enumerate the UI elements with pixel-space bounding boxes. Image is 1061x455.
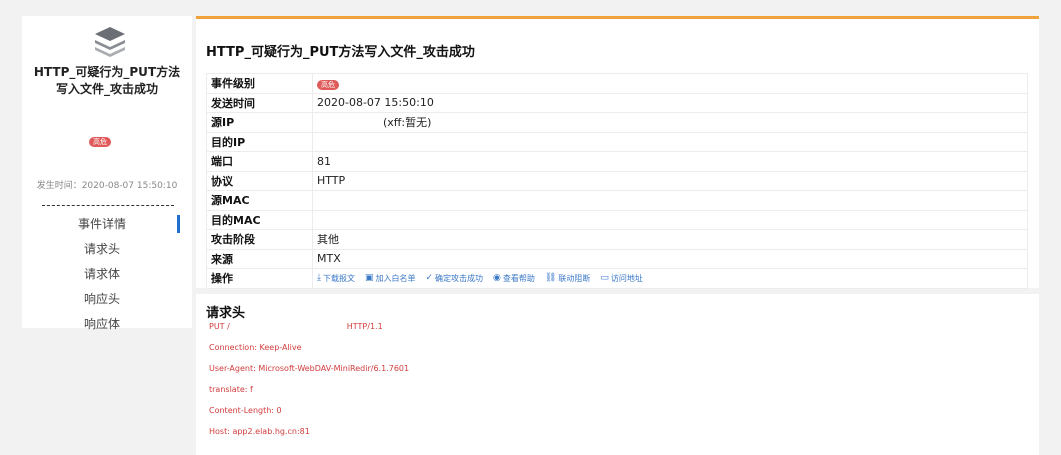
add-whitelist-link[interactable]: ▣ 加入白名单 bbox=[365, 273, 416, 284]
event-title: HTTP_可疑行为_PUT方法写入文件_攻击成功 bbox=[33, 65, 181, 96]
monitor-icon: ▭ bbox=[600, 273, 609, 284]
eye-icon: ◉ bbox=[493, 273, 501, 284]
row-value: 81 bbox=[312, 151, 1028, 172]
table-row: 发送时间 2020-08-07 15:50:10 bbox=[206, 92, 1028, 113]
row-key: 发送时间 bbox=[206, 92, 313, 113]
confirm-attack-link[interactable]: ✓ 确定攻击成功 bbox=[426, 273, 484, 284]
divider bbox=[42, 205, 174, 206]
request-header-title: 请求头 bbox=[206, 306, 246, 321]
layers-icon bbox=[95, 27, 125, 57]
header-line: Host: app2.elab.hg.cn:81 bbox=[209, 427, 310, 436]
whitelist-icon: ▣ bbox=[364, 273, 374, 284]
request-header-card: 请求头 PUT / HTTP/1.1 Connection: Keep-Aliv… bbox=[196, 294, 1039, 455]
row-value bbox=[312, 209, 1028, 230]
request-line: PUT / HTTP/1.1 bbox=[209, 322, 383, 331]
row-value: 高危 bbox=[312, 73, 1028, 94]
table-row: 源MAC bbox=[206, 190, 1028, 211]
nav-item-response-header[interactable]: 响应头 bbox=[42, 287, 182, 312]
table-row: 操作 ⤓ 下载报文 ▣ 加入白名单 ✓ 确定攻击成功 ◉ 查看帮助 ⛓ 联动阻断 ▭ 访问地… bbox=[206, 268, 1028, 289]
row-key: 源IP bbox=[206, 112, 313, 133]
table-row: 来源 MTX bbox=[206, 248, 1028, 269]
table-row: 协议 HTTP bbox=[206, 170, 1028, 191]
detail-nav: 事件详情 请求头 请求体 响应头 响应体 bbox=[42, 212, 182, 337]
occurred-time: 发生时间：2020-08-07 15:50:10 bbox=[36, 181, 178, 191]
row-key: 协议 bbox=[206, 170, 313, 191]
row-key: 攻击阶段 bbox=[206, 229, 313, 250]
row-value: 其他 bbox=[312, 229, 1028, 250]
row-value: HTTP bbox=[312, 170, 1028, 191]
request-header-lines: PUT / HTTP/1.1 Connection: Keep-Alive Us… bbox=[209, 321, 1009, 447]
severity-badge: 高危 bbox=[89, 137, 111, 147]
row-value bbox=[312, 131, 1028, 152]
header-line: translate: f bbox=[209, 385, 253, 394]
nav-item-request-body[interactable]: 请求体 bbox=[42, 262, 182, 287]
row-key: 操作 bbox=[206, 268, 313, 289]
event-info-table: 事件级别 高危 发送时间 2020-08-07 15:50:10 源IP (xf… bbox=[206, 73, 1028, 289]
nav-item-request-header[interactable]: 请求头 bbox=[42, 237, 182, 262]
link-icon: ⛓ bbox=[544, 273, 557, 284]
nav-item-event-detail[interactable]: 事件详情 bbox=[42, 212, 182, 237]
header-line: Content-Length: 0 bbox=[209, 406, 282, 415]
severity-badge: 高危 bbox=[317, 79, 339, 90]
row-value bbox=[312, 190, 1028, 211]
table-row: 目的IP bbox=[206, 131, 1028, 152]
row-key: 源MAC bbox=[206, 190, 313, 211]
row-value: (xff:暂无) bbox=[312, 112, 1028, 133]
download-packet-link[interactable]: ⤓ 下载报文 bbox=[317, 273, 355, 284]
table-row: 攻击阶段 其他 bbox=[206, 229, 1028, 250]
visit-address-link[interactable]: ▭ 访问地址 bbox=[600, 273, 643, 284]
row-value: ⤓ 下载报文 ▣ 加入白名单 ✓ 确定攻击成功 ◉ 查看帮助 ⛓ 联动阻断 ▭ 访问地址 bbox=[312, 268, 1028, 289]
row-key: 目的IP bbox=[206, 131, 313, 152]
event-detail-card: HTTP_可疑行为_PUT方法写入文件_攻击成功 事件级别 高危 发送时间 20… bbox=[196, 16, 1039, 289]
row-key: 来源 bbox=[206, 248, 313, 269]
linked-block-link[interactable]: ⛓ 联动阻断 bbox=[545, 273, 590, 284]
table-row: 端口 81 bbox=[206, 151, 1028, 172]
table-row: 事件级别 高危 bbox=[206, 73, 1028, 94]
view-help-link[interactable]: ◉ 查看帮助 bbox=[493, 273, 535, 284]
header-line: Connection: Keep-Alive bbox=[209, 343, 302, 352]
check-icon: ✓ bbox=[425, 273, 434, 284]
event-sidebar: HTTP_可疑行为_PUT方法写入文件_攻击成功 高危 发生时间：2020-08… bbox=[22, 16, 192, 331]
action-bar: ⤓ 下载报文 ▣ 加入白名单 ✓ 确定攻击成功 ◉ 查看帮助 ⛓ 联动阻断 ▭ 访问地址 bbox=[317, 273, 1023, 284]
table-row: 目的MAC bbox=[206, 209, 1028, 230]
detail-title: HTTP_可疑行为_PUT方法写入文件_攻击成功 bbox=[206, 45, 475, 60]
row-key: 目的MAC bbox=[206, 209, 313, 230]
row-key: 端口 bbox=[206, 151, 313, 172]
xff-value: (xff:暂无) bbox=[383, 116, 432, 130]
download-icon: ⤓ bbox=[317, 273, 321, 284]
nav-item-response-body[interactable]: 响应体 bbox=[42, 312, 182, 337]
header-line: User-Agent: Microsoft-WebDAV-MiniRedir/6… bbox=[209, 364, 410, 373]
row-key: 事件级别 bbox=[206, 73, 313, 94]
table-row: 源IP (xff:暂无) bbox=[206, 112, 1028, 133]
row-value: MTX bbox=[312, 248, 1028, 269]
row-value: 2020-08-07 15:50:10 bbox=[312, 92, 1028, 113]
